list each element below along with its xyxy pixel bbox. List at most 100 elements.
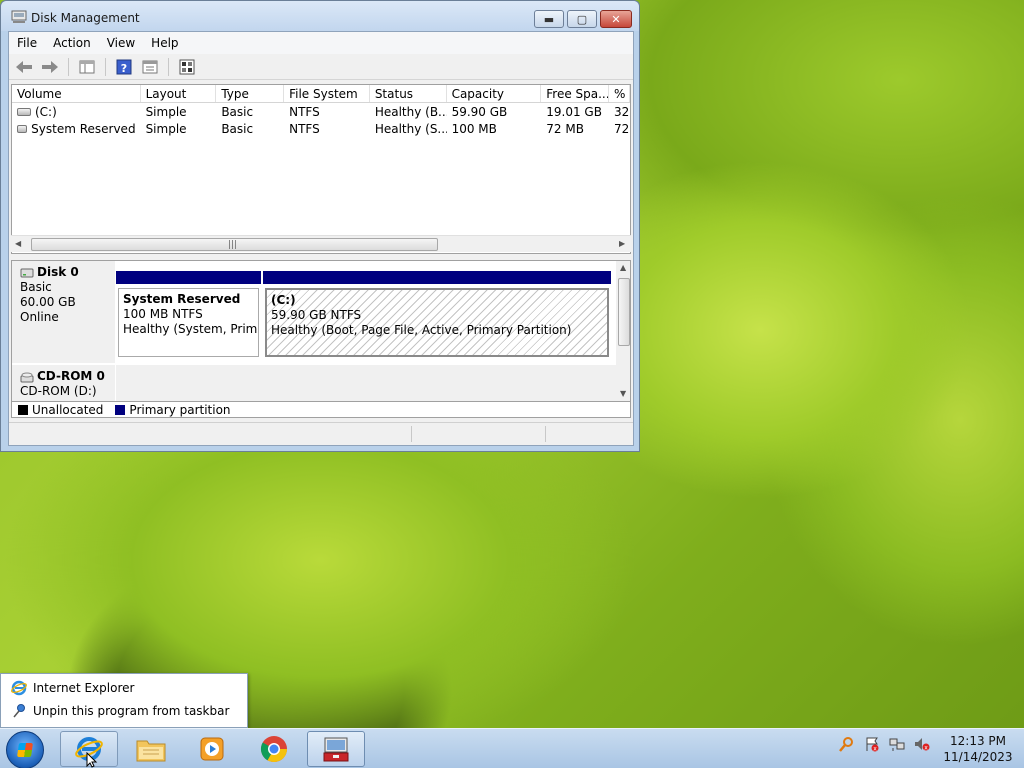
taskbar: x x 12:13 PM 11/14/2023 — [0, 728, 1024, 768]
properties-icon[interactable] — [139, 57, 161, 77]
partition-status: Healthy (System, Primar — [123, 322, 259, 336]
column-status[interactable]: Status — [370, 85, 447, 102]
column-type[interactable]: Type — [216, 85, 285, 102]
folder-icon — [136, 740, 166, 762]
start-button[interactable] — [6, 731, 44, 768]
volume-list: Volume Layout Type File System Status Ca… — [11, 84, 631, 254]
disk-0-label[interactable]: Disk 0 Basic 60.00 GB Online — [12, 261, 115, 363]
column-capacity[interactable]: Capacity — [447, 85, 542, 102]
minimize-button[interactable]: ▬ — [534, 10, 564, 28]
menu-help[interactable]: Help — [143, 36, 186, 50]
menu-action[interactable]: Action — [45, 36, 99, 50]
clock-time: 12:13 PM — [950, 734, 1006, 748]
table-row[interactable]: System Reserved Simple Basic NTFS Health… — [12, 120, 630, 137]
taskbar-google-chrome[interactable] — [245, 731, 303, 767]
system-clock[interactable]: 12:13 PM 11/14/2023 — [938, 733, 1018, 765]
type-cell: Basic — [221, 104, 254, 119]
system-tray: x x — [838, 735, 930, 752]
type-cell: Basic — [221, 121, 254, 136]
menu-view[interactable]: View — [99, 36, 143, 50]
partition-bar — [263, 271, 611, 284]
taskbar-jump-list: Internet Explorer Unpin this program fro… — [0, 673, 248, 728]
column-layout[interactable]: Layout — [141, 85, 217, 102]
toolbar-separator — [168, 57, 169, 76]
search-icon[interactable] — [838, 735, 855, 752]
svg-text:x: x — [924, 744, 928, 751]
legend: Unallocated Primary partition — [11, 402, 631, 418]
grip-icon: ||| — [228, 240, 238, 250]
show-hide-console-tree-icon[interactable] — [76, 57, 98, 77]
horizontal-scrollbar[interactable]: ◀ ||| ▶ — [11, 235, 631, 252]
help-icon[interactable]: ? — [113, 57, 135, 77]
file-system-cell: NTFS — [289, 104, 320, 119]
column-free-space[interactable]: Free Spa... — [541, 85, 610, 102]
pin-icon — [13, 704, 25, 718]
cdrom-area[interactable] — [116, 365, 616, 401]
jump-list-item-internet-explorer[interactable]: Internet Explorer — [11, 678, 134, 698]
disk-graphical-view: Disk 0 Basic 60.00 GB Online System Rese… — [11, 260, 631, 402]
internet-explorer-icon — [11, 680, 27, 696]
forward-arrow-icon[interactable] — [39, 57, 61, 77]
toolbar-separator — [68, 57, 69, 76]
free-space-cell: 19.01 GB — [546, 104, 602, 119]
column-percent-free[interactable]: % F — [609, 85, 630, 102]
jump-list-label: Unpin this program from taskbar — [33, 704, 230, 718]
taskbar-media-player[interactable] — [183, 731, 241, 767]
table-row[interactable]: (C:) Simple Basic NTFS Healthy (B... 59.… — [12, 103, 630, 120]
percent-free-cell: 72 — [614, 121, 630, 136]
scroll-right-icon[interactable]: ▶ — [619, 239, 625, 248]
window-client-area: File Action View Help ? Volume Layout Ty… — [8, 31, 634, 446]
taskbar-disk-management[interactable] — [307, 731, 365, 767]
partition-status: Healthy (Boot, Page File, Active, Primar… — [271, 323, 572, 337]
percent-free-cell: 32 — [614, 104, 630, 119]
hard-disk-icon — [20, 268, 34, 277]
taskbar-windows-explorer[interactable] — [122, 731, 180, 767]
status-bar — [9, 422, 633, 444]
mouse-cursor-icon — [86, 752, 98, 768]
scrollbar-thumb[interactable]: ||| — [31, 238, 438, 251]
scrollbar-thumb[interactable] — [618, 278, 630, 346]
legend-swatch — [18, 404, 28, 415]
free-space-cell: 72 MB — [546, 121, 584, 136]
volume-list-header: Volume Layout Type File System Status Ca… — [12, 85, 630, 103]
drive-icon — [17, 107, 31, 116]
capacity-cell: 59.90 GB — [451, 104, 508, 119]
vertical-scrollbar[interactable]: ▲ ▼ — [616, 261, 630, 401]
maximize-button[interactable]: ▢ — [567, 10, 597, 28]
scroll-down-icon[interactable]: ▼ — [620, 389, 626, 398]
svg-text:x: x — [873, 745, 877, 752]
scroll-left-icon[interactable]: ◀ — [15, 239, 21, 248]
volume-name: System Reserved — [31, 121, 136, 136]
toolbar: ? — [9, 54, 633, 80]
partition-size: 100 MB NTFS — [123, 307, 203, 321]
menu-file[interactable]: File — [9, 36, 45, 50]
back-arrow-icon[interactable] — [13, 57, 35, 77]
column-volume[interactable]: Volume — [12, 85, 141, 102]
network-icon[interactable] — [888, 735, 905, 752]
partition-name: System Reserved — [123, 292, 241, 306]
settings-icon[interactable] — [176, 57, 198, 77]
volume-muted-icon[interactable]: x — [913, 735, 930, 752]
capacity-cell: 100 MB — [451, 121, 497, 136]
partition-bar — [116, 271, 261, 284]
cdrom-name: CD-ROM 0 — [37, 369, 105, 383]
cdrom-0-label[interactable]: CD-ROM 0 CD-ROM (D:) — [12, 365, 115, 401]
status-cell: Healthy (B... — [374, 104, 447, 119]
jump-list-label: Internet Explorer — [33, 681, 135, 695]
layout-cell: Simple — [145, 121, 187, 136]
disk-management-window: Disk Management ▬ ▢ ✕ File Action View H… — [0, 0, 640, 452]
partition-name: (C:) — [271, 293, 296, 307]
column-file-system[interactable]: File System — [284, 85, 370, 102]
action-center-icon[interactable]: x — [863, 735, 880, 752]
scroll-up-icon[interactable]: ▲ — [620, 263, 626, 272]
partition-system-reserved[interactable]: System Reserved 100 MB NTFS Healthy (Sys… — [116, 271, 261, 359]
drive-icon — [17, 124, 28, 133]
clock-date: 11/14/2023 — [943, 750, 1013, 764]
legend-primary-partition: Primary partition — [115, 403, 231, 417]
media-player-icon — [200, 737, 224, 761]
partition-c[interactable]: (C:) 59.90 GB NTFS Healthy (Boot, Page F… — [263, 271, 611, 359]
volume-name: (C:) — [35, 104, 57, 119]
close-button[interactable]: ✕ — [600, 10, 632, 28]
title-bar[interactable]: Disk Management ▬ ▢ ✕ — [1, 1, 639, 31]
jump-list-item-unpin[interactable]: Unpin this program from taskbar — [11, 701, 229, 721]
